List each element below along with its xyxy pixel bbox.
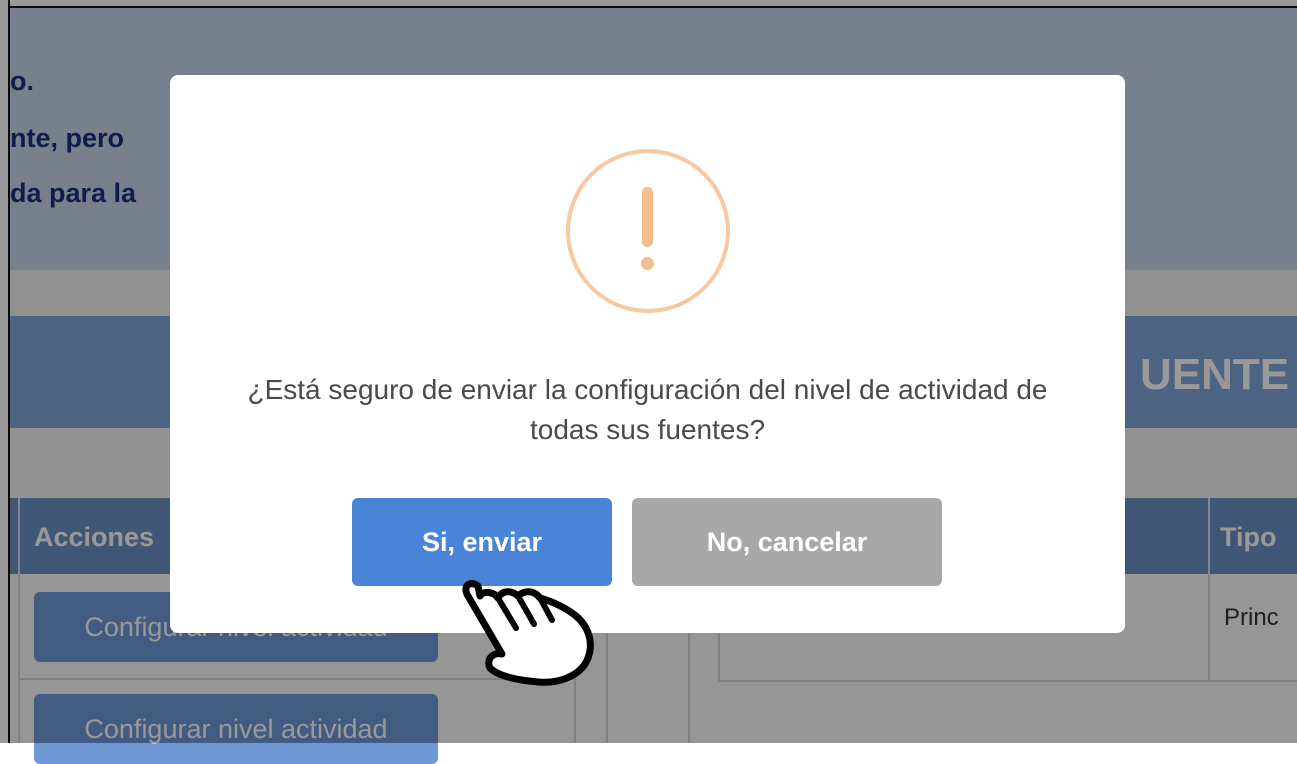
confirm-dialog: ¿Está seguro de enviar la configuración … (170, 75, 1125, 633)
exclamation-dot (641, 257, 654, 270)
hand-pointer-icon (462, 580, 594, 686)
exclamation-warning-icon (566, 149, 730, 313)
cancel-button[interactable]: No, cancelar (632, 498, 942, 586)
exclamation-bar (642, 187, 653, 247)
dialog-message: ¿Está seguro de enviar la configuración … (247, 374, 1048, 445)
